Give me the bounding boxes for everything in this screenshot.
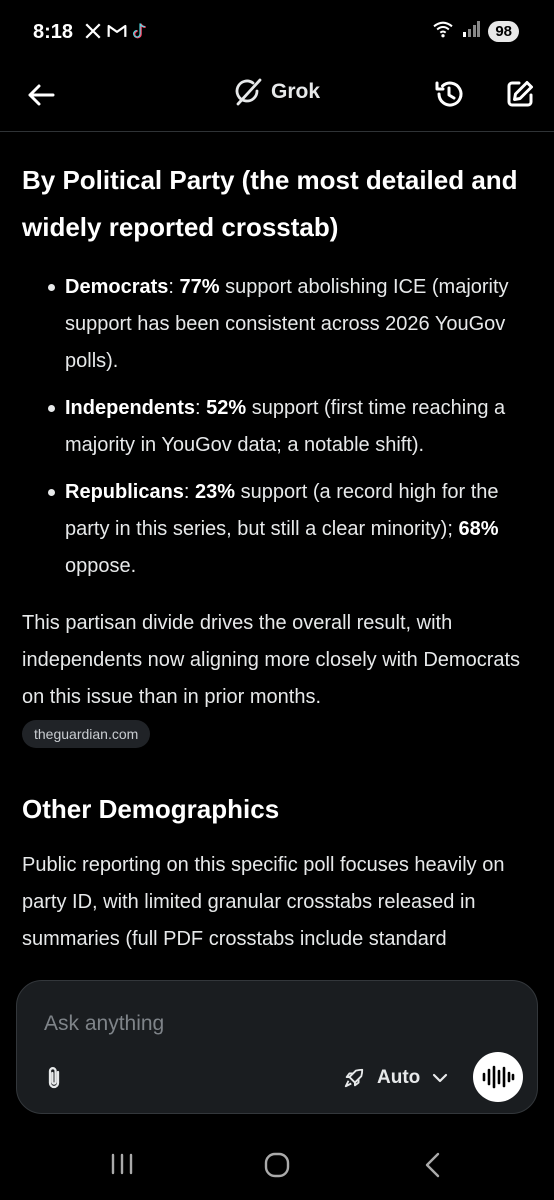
- list-item-republicans: Republicans: 23% support (a record high …: [22, 474, 532, 585]
- bullet-stat: 77%: [179, 276, 220, 298]
- grok-chat-screen: 8:18 98 Grok By Political Party (the mos…: [0, 0, 554, 1200]
- paragraph-public-reporting: Public reporting on this specific poll f…: [22, 854, 505, 950]
- system-nav-bar: [0, 1128, 554, 1200]
- bullet-stat: 23%: [195, 481, 236, 503]
- recents-icon: [111, 1153, 133, 1175]
- chevron-down-icon: [433, 1073, 448, 1083]
- new-chat-button[interactable]: [502, 76, 538, 112]
- wifi-icon: [432, 20, 454, 43]
- recents-button[interactable]: [108, 1153, 136, 1180]
- list-item-democrats: Democrats: 77% support abolishing ICE (m…: [22, 269, 532, 380]
- history-icon: [435, 81, 463, 107]
- signal-icon: [462, 21, 481, 42]
- attach-button[interactable]: [39, 1063, 69, 1093]
- bullet-text-oppose: oppose.: [65, 555, 137, 577]
- notification-icons: [84, 22, 148, 44]
- status-time: 8:18: [33, 21, 74, 43]
- chat-response: By Political Party (the most detailed an…: [0, 132, 554, 992]
- message-composer: Auto: [16, 980, 538, 1114]
- bullet-label: Republicans: [65, 481, 184, 503]
- voice-mode-button[interactable]: [473, 1052, 523, 1102]
- brand: Grok: [233, 77, 320, 107]
- bullet-label: Independents: [65, 397, 196, 419]
- app-header: Grok: [0, 64, 554, 132]
- status-right: 98: [432, 20, 519, 43]
- heading-other-demographics: Other Demographics: [22, 794, 280, 824]
- battery-indicator: 98: [488, 21, 519, 42]
- grok-logo-icon: [235, 78, 262, 106]
- home-button[interactable]: [264, 1152, 290, 1183]
- heading-political-party: By Political Party (the most detailed an…: [22, 165, 518, 242]
- mode-selector[interactable]: Auto: [343, 1063, 448, 1093]
- party-bullet-list: Democrats: 77% support abolishing ICE (m…: [22, 269, 532, 585]
- tiktok-icon: [132, 22, 148, 44]
- rocket-icon: [344, 1068, 364, 1088]
- ask-input[interactable]: [44, 1009, 464, 1039]
- history-button[interactable]: [431, 76, 467, 112]
- list-item-independents: Independents: 52% support (first time re…: [22, 390, 532, 464]
- paperclip-icon: [48, 1067, 60, 1089]
- edit-icon: [507, 81, 533, 107]
- bullet-label: Democrats: [65, 276, 169, 298]
- mode-label: Auto: [377, 1067, 421, 1088]
- back-button[interactable]: [24, 78, 58, 112]
- status-bar: 8:18 98: [0, 0, 554, 64]
- bullet-stat-oppose: 68%: [458, 518, 499, 540]
- home-icon: [264, 1152, 290, 1178]
- paragraph-partisan-divide: This partisan divide drives the overall …: [22, 612, 521, 708]
- arrow-left-icon: [28, 84, 55, 106]
- gmail-icon: [107, 23, 127, 43]
- bullet-stat: 52%: [206, 397, 247, 419]
- voice-waveform-icon: [482, 1065, 515, 1089]
- source-chip[interactable]: theguardian.com: [22, 720, 151, 748]
- app-name: Grok: [271, 80, 321, 103]
- x-logo-icon: [84, 22, 102, 44]
- back-nav-icon: [425, 1152, 440, 1178]
- nav-back-button[interactable]: [423, 1152, 443, 1183]
